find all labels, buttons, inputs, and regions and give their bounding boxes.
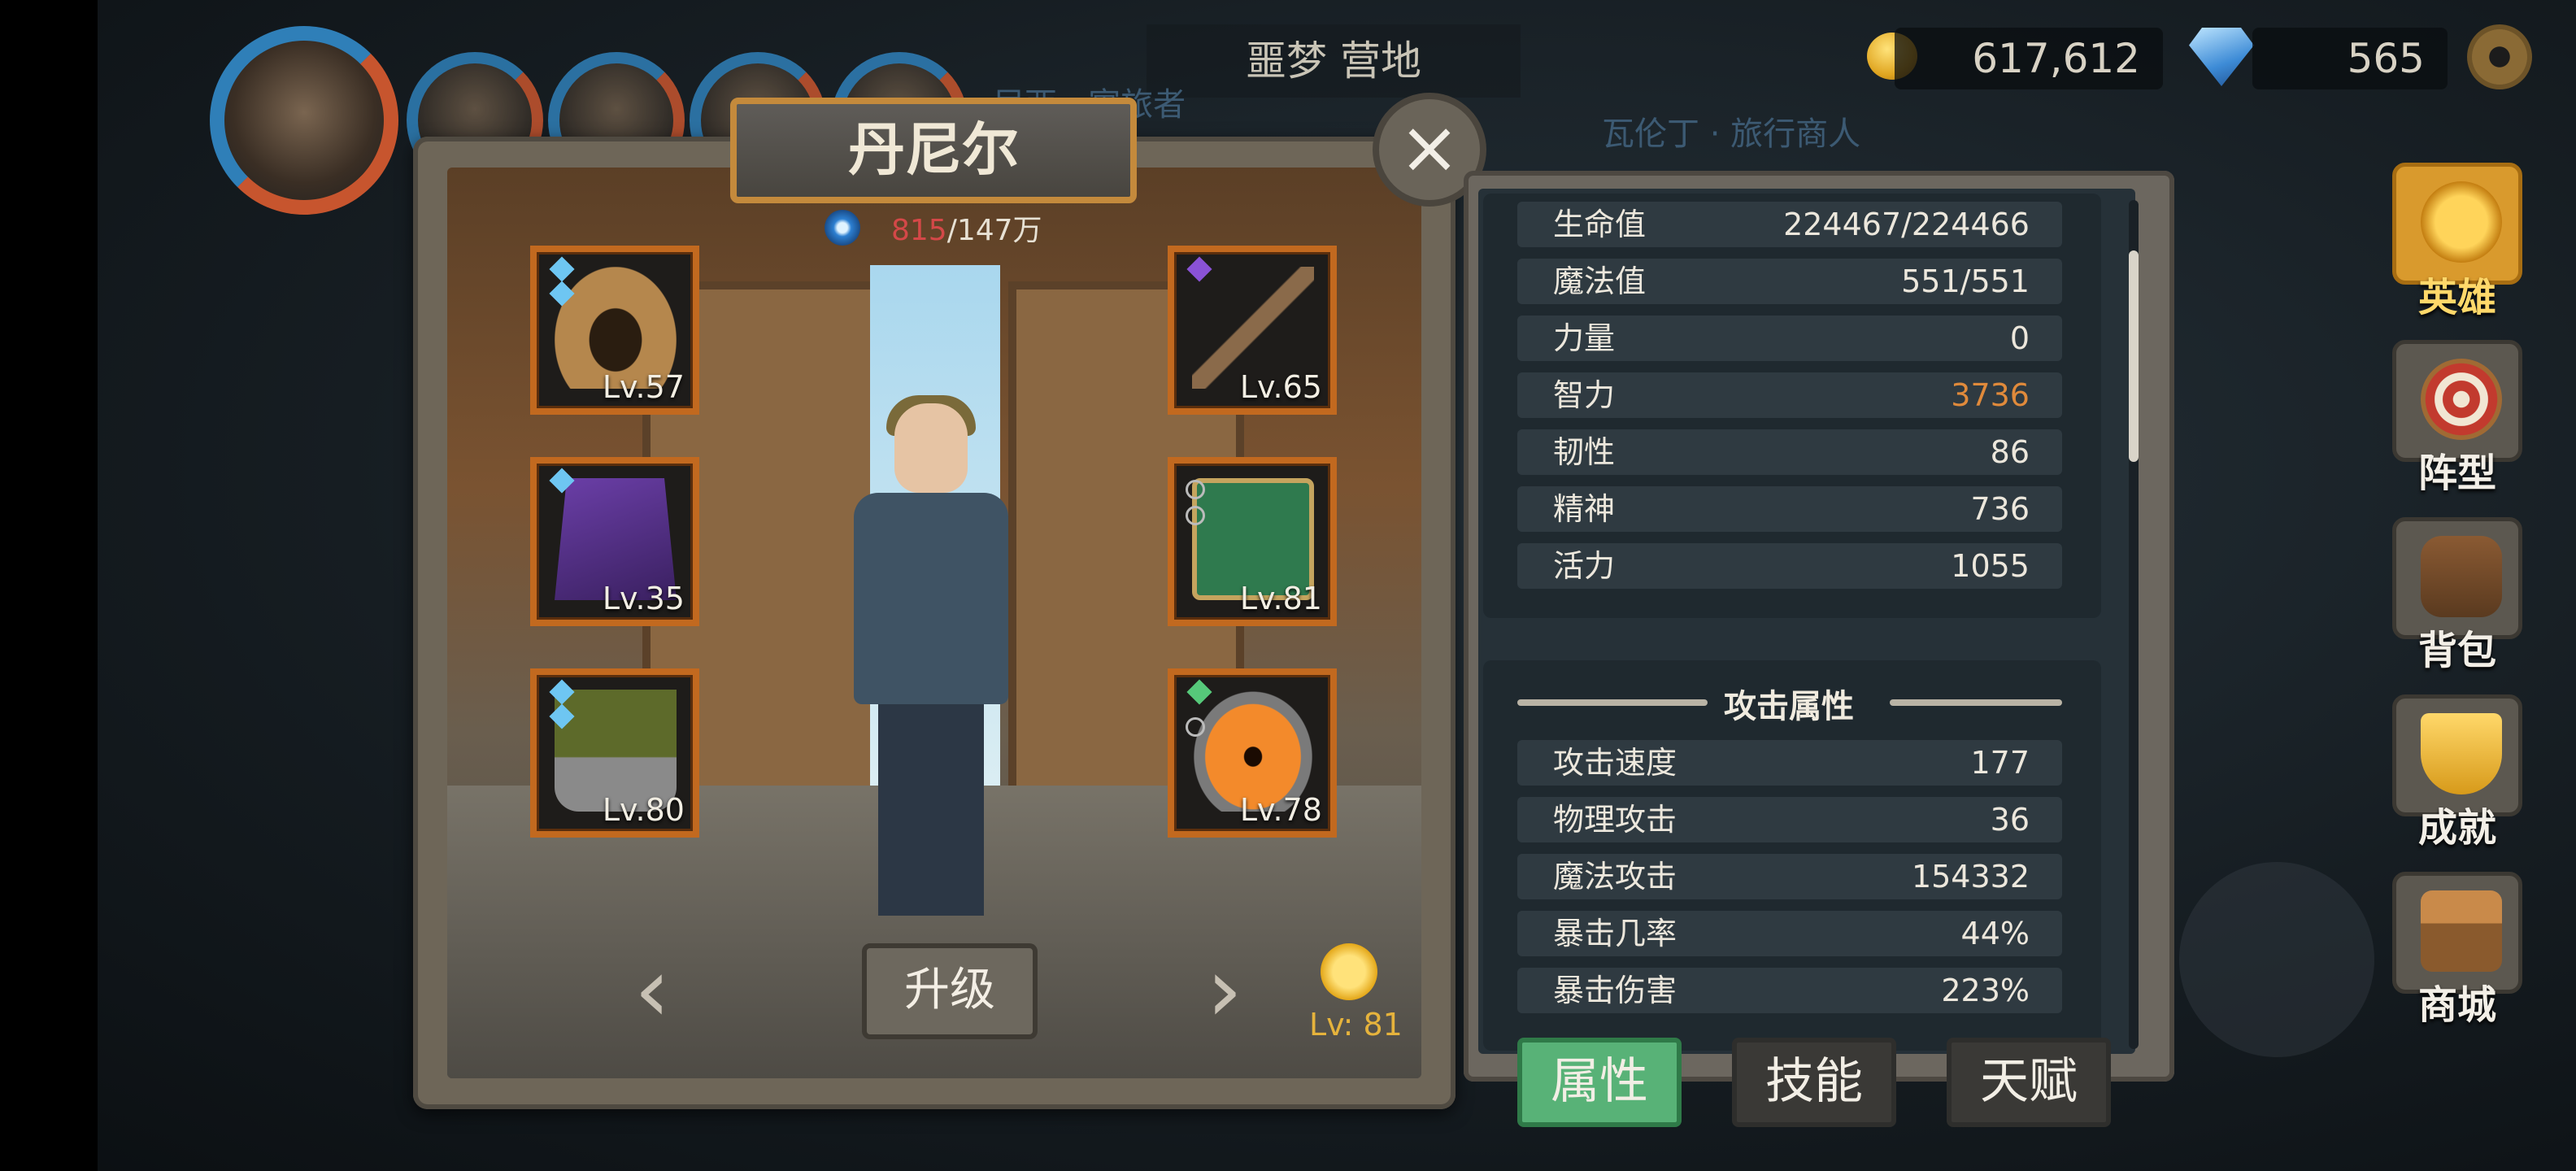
- stat-value: 154332: [1911, 859, 2030, 895]
- stat-value: 36: [1990, 802, 2030, 838]
- nav-heroes-label: 英雄: [2417, 275, 2496, 320]
- item-level: Lv.35: [602, 581, 685, 616]
- attack-section-title: 攻击属性: [1724, 688, 1854, 725]
- target-icon: [2421, 359, 2502, 440]
- equip-slot-boots[interactable]: Lv.80: [530, 668, 699, 838]
- equip-slot-amulet[interactable]: Lv.78: [1168, 668, 1337, 838]
- hero-torso: [854, 493, 1008, 704]
- hero-legs: [878, 704, 984, 916]
- nav-formation-label: 阵型: [2417, 451, 2496, 496]
- stat-name: 力量: [1553, 320, 1616, 356]
- stat-name: 韧性: [1553, 434, 1616, 470]
- stat-value: 44%: [1960, 916, 2030, 951]
- tab-skills[interactable]: 技能: [1732, 1038, 1896, 1127]
- stats-scroll-thumb[interactable]: [2129, 250, 2139, 462]
- stat-name: 暴击几率: [1553, 916, 1677, 951]
- crown-icon: [2421, 181, 2502, 263]
- stat-row: 攻击速度 177: [1517, 740, 2062, 786]
- previous-hero-chevron-icon[interactable]: ‹: [620, 945, 685, 1043]
- stat-value: 86: [1990, 434, 2030, 470]
- gold-amount: 617,612: [1895, 28, 2163, 89]
- stat-value: 177: [1970, 745, 2030, 781]
- nav-backpack-label: 背包: [2417, 628, 2496, 673]
- stat-row: 智力 3736: [1517, 372, 2062, 418]
- stat-name: 魔法值: [1553, 263, 1647, 299]
- item-level: Lv.78: [1239, 792, 1322, 828]
- stat-name: 智力: [1553, 377, 1616, 413]
- nav-achievements-label: 成就: [2417, 805, 2496, 851]
- stat-row: 生命值 224467/224466: [1517, 202, 2062, 247]
- settings-gear-icon[interactable]: [2467, 24, 2532, 89]
- gem-amount: 565: [2252, 28, 2448, 89]
- stat-value: 223%: [1941, 973, 2030, 1008]
- stat-value: 551/551: [1901, 263, 2030, 299]
- background-boot-icon: [2179, 862, 2374, 1057]
- item-level: Lv.65: [1239, 369, 1322, 405]
- item-level: Lv.80: [602, 792, 685, 828]
- upgrade-button[interactable]: 升级: [862, 943, 1038, 1039]
- empty-socket-icon: [1186, 506, 1205, 525]
- stat-name: 活力: [1553, 548, 1616, 584]
- stat-name: 暴击伤害: [1553, 973, 1677, 1008]
- stat-row: 活力 1055: [1517, 543, 2062, 589]
- hero-experience: 815/147万: [891, 207, 1042, 249]
- stat-value: 1055: [1951, 548, 2030, 584]
- stat-row: 魔法值 551/551: [1517, 259, 2062, 304]
- tab-talents[interactable]: 天赋: [1947, 1038, 2111, 1127]
- hero-name: 丹尼尔: [730, 98, 1137, 203]
- npc-label-background: 瓦伦丁 · 旅行商人: [1602, 115, 1861, 153]
- equip-slot-armor[interactable]: Lv.35: [530, 457, 699, 626]
- empty-socket-icon: [1186, 480, 1205, 499]
- next-hero-chevron-icon[interactable]: ›: [1192, 945, 1257, 1043]
- stat-name: 生命值: [1553, 207, 1647, 242]
- stat-value: 3736: [1951, 377, 2030, 413]
- item-level: Lv.57: [602, 369, 685, 405]
- stat-row: 暴击伤害 223%: [1517, 968, 2062, 1013]
- equip-slot-book[interactable]: Lv.81: [1168, 457, 1337, 626]
- stat-value: 0: [2009, 320, 2030, 356]
- stat-value: 736: [1970, 491, 2030, 527]
- backpack-icon: [2421, 536, 2502, 617]
- hero-level: Lv: 81: [1309, 1007, 1403, 1043]
- equip-slot-helmet[interactable]: Lv.57: [530, 246, 699, 415]
- hero-head: [894, 403, 968, 493]
- stat-row: 韧性 86: [1517, 429, 2062, 475]
- stat-name: 攻击速度: [1553, 745, 1677, 781]
- stat-row: 物理攻击 36: [1517, 797, 2062, 842]
- treasure-chest-icon: [2421, 890, 2502, 972]
- stat-row: 魔法攻击 154332: [1517, 854, 2062, 899]
- section-divider: [1517, 699, 1708, 706]
- hero-model[interactable]: [838, 395, 1025, 924]
- experience-orb-icon: [825, 210, 860, 246]
- stat-name: 物理攻击: [1553, 802, 1677, 838]
- nav-shop-label: 商城: [2417, 982, 2496, 1028]
- left-letterbox: [0, 0, 98, 1171]
- tab-attributes[interactable]: 属性: [1517, 1038, 1682, 1127]
- xp-current: 815: [891, 214, 947, 247]
- item-level: Lv.81: [1239, 581, 1322, 616]
- trophy-icon: [2421, 713, 2502, 794]
- stat-name: 精神: [1553, 491, 1616, 527]
- stat-value: 224467/224466: [1783, 207, 2030, 242]
- equip-slot-weapon[interactable]: Lv.65: [1168, 246, 1337, 415]
- location-title: 噩梦 营地: [1147, 24, 1521, 98]
- level-crown-icon: [1321, 943, 1377, 1000]
- stat-row: 暴击几率 44%: [1517, 911, 2062, 956]
- stat-row: 力量 0: [1517, 316, 2062, 361]
- stat-row: 精神 736: [1517, 486, 2062, 532]
- empty-socket-icon: [1186, 717, 1205, 737]
- xp-total: /147万: [946, 214, 1042, 247]
- stat-name: 魔法攻击: [1553, 859, 1677, 895]
- party-portrait-main[interactable]: [210, 26, 398, 215]
- section-divider: [1890, 699, 2062, 706]
